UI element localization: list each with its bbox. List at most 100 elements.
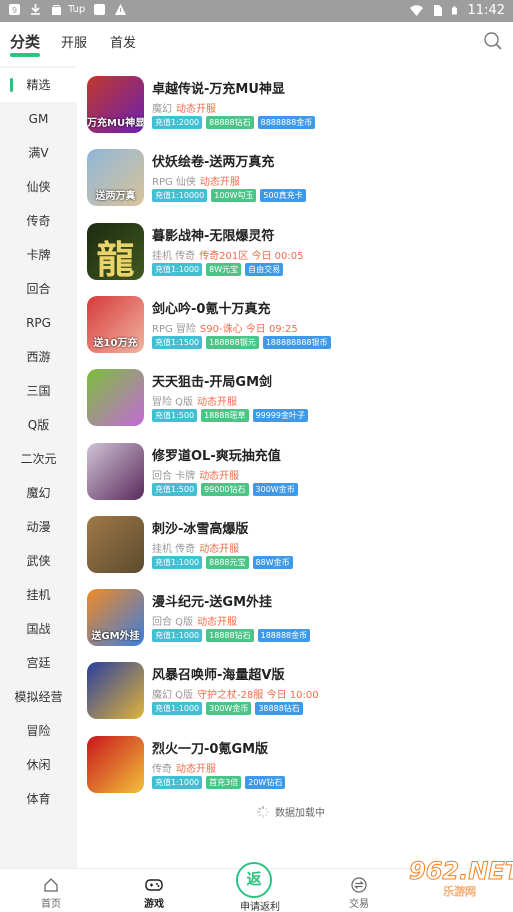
sidebar-item-anime[interactable]: 动漫 — [0, 510, 77, 544]
sidebar-item-full-v[interactable]: 满V — [0, 136, 77, 170]
svg-text:9: 9 — [12, 6, 17, 15]
game-tag: 8888888金币 — [257, 116, 316, 129]
game-server-status: 动态开服 — [199, 177, 240, 189]
game-icon-text: 送两万真 — [95, 191, 136, 203]
site-watermark: 962.NET 乐游网 — [373, 855, 513, 905]
game-row[interactable]: 天天狙击-开局GM剑 冒险 Q版 动态开服 充值1:500 18888瑶草 99999金叶… — [87, 369, 507, 439]
game-tag: 充值1:500 — [152, 482, 198, 496]
game-row[interactable]: 烈火一刀-0氪GM版 传奇 动态开服 充值1:1000 首充3倍 20W钻石 — [87, 735, 507, 806]
warning-icon — [115, 4, 127, 15]
game-icon[interactable] — [87, 369, 144, 427]
game-category: 冒险 Q版 — [152, 397, 194, 409]
game-row[interactable]: 修罗道OL-爽玩抽充值 回合 卡牌 动态开服 充值1:500 99000钻石 300W金币 — [87, 442, 507, 513]
game-tag: 充值1:1000 — [152, 262, 203, 276]
game-icon[interactable] — [87, 735, 144, 793]
game-icon[interactable]: 龍 — [87, 222, 144, 280]
game-row[interactable]: 送10万充 剑心吟-0氪十万真充 RPG 冒险 S90-诛心 今日 09:25 充值1:… — [87, 295, 507, 366]
tab-first-release[interactable]: 首发 — [110, 32, 136, 51]
sidebar-item-palace[interactable]: 宫廷 — [0, 646, 77, 680]
watermark-number: 962.NET — [408, 857, 513, 886]
sidebar-item-journey-west[interactable]: 西游 — [0, 340, 77, 374]
sidebar-item-three-kingdoms[interactable]: 三国 — [0, 374, 77, 408]
sidebar-item-card[interactable]: 卡牌 — [0, 238, 77, 272]
game-meta: 挂机 传奇 动态开服 — [152, 540, 239, 555]
game-server-status: 动态开服 — [199, 470, 240, 482]
game-tag: 充值1:500 — [152, 409, 198, 423]
game-row[interactable]: 送GM外挂 漫斗纪元-送GM外挂回合 Q版 动态开服 充值1:1000 18888钻石 1… — [87, 589, 507, 659]
sidebar-item-legend[interactable]: 传奇 — [0, 204, 77, 238]
rebate-icon[interactable]: 返 — [236, 862, 272, 898]
game-tag: 300W金币 — [206, 702, 252, 716]
game-title[interactable]: 刺沙-冰雪高爆版 — [152, 518, 248, 537]
sidebar-item-adventure[interactable]: 冒险 — [0, 714, 77, 748]
game-category: 回合 Q版 — [152, 617, 194, 629]
game-row[interactable]: 风暴召唤师-海量超V版 魔幻 Q版 守护之杖-28服 今日 10:00 充值1:100… — [87, 662, 507, 732]
game-tag: 188888金币 — [257, 629, 311, 643]
game-icon[interactable]: 万充MU神显 — [87, 76, 144, 133]
sidebar-item-gm[interactable]: GM — [0, 102, 77, 136]
nav-trade-label: 交易 — [349, 899, 369, 910]
game-title[interactable]: 天天狙击-开局GM剑 — [152, 371, 272, 390]
sidebar-item-idle[interactable]: 挂机 — [0, 578, 77, 612]
game-title[interactable]: 卓越传说-万充MU神显 — [152, 78, 285, 97]
game-tag: 88888钻石 — [206, 116, 254, 129]
game-title[interactable]: 暮影战神-无限爆灵符 — [152, 225, 274, 244]
sidebar-item-casual[interactable]: 休闲 — [0, 748, 77, 782]
sidebar-item-nation-war[interactable]: 国战 — [0, 612, 77, 646]
game-server-status: S90-诛心 今日 09:25 — [199, 323, 298, 335]
sidebar-item-acg[interactable]: 二次元 — [0, 442, 77, 476]
loading-indicator: 数据加载中 — [257, 804, 325, 819]
game-tags: 充值1:1000 18888钻石 188888金币 — [152, 629, 311, 643]
sidebar-item-simulation[interactable]: 模拟经营 — [0, 680, 77, 714]
square-icon — [94, 4, 106, 15]
game-icon[interactable] — [87, 442, 144, 500]
game-icon[interactable] — [87, 515, 144, 573]
game-row[interactable]: 送两万真 伏妖绘卷-送两万真充 RPG 仙侠 动态开服 充值1:10000 100W勾玉 5… — [87, 149, 507, 219]
game-title[interactable]: 风暴召唤师-海量超V版 — [152, 664, 284, 683]
game-icon-text: 送GM外挂 — [91, 631, 140, 643]
sidebar-item-xianxia[interactable]: 仙侠 — [0, 170, 77, 204]
game-title[interactable]: 漫斗纪元-送GM外挂 — [152, 591, 272, 610]
nav-rebate-label[interactable]: 申请返利 — [225, 898, 295, 912]
sidebar-item-featured[interactable]: 精选 — [0, 68, 77, 102]
sidebar-item-wuxia[interactable]: 武侠 — [0, 544, 77, 578]
game-row[interactable]: 刺沙-冰雪高爆版 挂机 传奇 动态开服 充值1:1000 8888元宝 88W金币 — [87, 515, 507, 586]
status-extra-label: Tup — [68, 4, 86, 15]
game-tag: 99999金叶子 — [252, 409, 308, 423]
game-tag: 充值1:1500 — [152, 335, 203, 349]
tab-server-open[interactable]: 开服 — [61, 32, 87, 51]
game-tags: 充值1:1000 8W元宝 自由交易 — [152, 262, 284, 276]
sidebar-item-rpg[interactable]: RPG — [0, 306, 77, 340]
game-server-status: 守护之杖-28服 今日 10:00 — [197, 690, 319, 702]
gamepad-icon — [145, 879, 163, 891]
game-tag: 500真充卡 — [260, 189, 306, 203]
game-icon[interactable] — [87, 662, 144, 720]
sidebar-item-turn-based[interactable]: 回合 — [0, 272, 77, 306]
tab-category[interactable]: 分类 — [10, 31, 41, 57]
sidebar-item-fantasy[interactable]: 魔幻 — [0, 476, 77, 510]
game-icon[interactable]: 送GM外挂 — [87, 589, 144, 647]
game-row[interactable]: 万充MU神显 卓越传说-万充MU神显 魔幻 动态开服 充值1:2000 88888钻石 88… — [87, 76, 507, 146]
sidebar-item-q-style[interactable]: Q版 — [0, 408, 77, 442]
nav-games[interactable]: 游戏 — [119, 871, 189, 910]
game-category: 挂机 传奇 — [152, 250, 196, 262]
game-title[interactable]: 烈火一刀-0氪GM版 — [152, 738, 268, 757]
spinner-icon — [257, 805, 269, 818]
search-icon[interactable] — [483, 31, 503, 51]
game-category: 挂机 传奇 — [152, 543, 196, 555]
game-title[interactable]: 修罗道OL-爽玩抽充值 — [152, 445, 281, 464]
game-tags: 充值1:10000 100W勾玉 500真充卡 — [152, 189, 306, 203]
game-icon[interactable]: 送10万充 — [87, 295, 144, 353]
game-row[interactable]: 龍暮影战神-无限爆灵符 挂机 传奇 传奇201区 今日 00:05 充值1:1000 8… — [87, 222, 507, 293]
sidebar-item-sports[interactable]: 体育 — [0, 782, 77, 816]
game-title[interactable]: 剑心吟-0氪十万真充 — [152, 298, 270, 317]
game-title[interactable]: 伏妖绘卷-送两万真充 — [152, 151, 274, 170]
game-tag: 300W金币 — [252, 482, 298, 496]
game-tags: 充值1:1500 188888钢元 188888888银币 — [152, 335, 331, 349]
category-sidebar: 精选 GM 满V 仙侠 传奇 卡牌 回合 RPG 西游 三国 Q版 二次元 魔幻… — [0, 66, 77, 868]
game-server-status: 动态开服 — [197, 617, 238, 629]
nav-home[interactable]: 首页 — [16, 871, 86, 910]
nav-games-label: 游戏 — [144, 899, 164, 910]
game-icon[interactable]: 送两万真 — [87, 149, 144, 207]
game-meta: 回合 Q版 动态开服 — [152, 613, 237, 628]
